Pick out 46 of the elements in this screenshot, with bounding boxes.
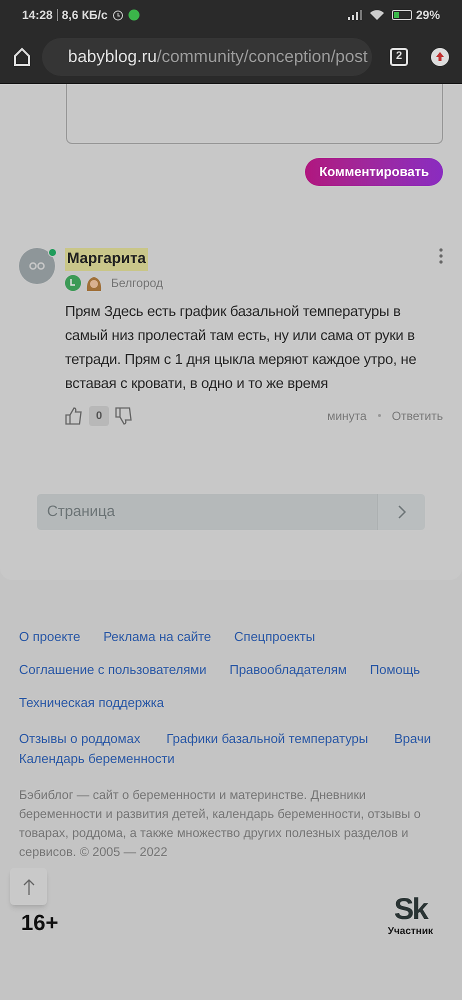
comment-time: минута — [327, 408, 367, 425]
footer-link[interactable]: Соглашение с пользователями — [19, 661, 206, 679]
clock: 14:28 — [22, 7, 53, 24]
address-bar[interactable]: babyblog.ru/community/conception/post — [42, 38, 372, 76]
url-text: babyblog.ru/community/conception/post — [68, 46, 368, 68]
home-icon[interactable] — [12, 46, 32, 66]
more-icon[interactable] — [439, 248, 443, 264]
network-speed: 8,6 КБ/с — [62, 7, 108, 24]
site-description: Бэбиблог — сайт о беременности и материнстве. Дневники беременности и развития детей, календарь беременности, отзывы о товарах, роддома, а также множество других полезных разделов и сервисов. © 2005 — 2022 — [19, 787, 422, 861]
sk-caption: Участник — [388, 925, 433, 939]
arrow-up-icon — [22, 878, 34, 896]
sk-logo: Sk — [394, 896, 427, 924]
footer-link[interactable]: О проекте — [19, 628, 80, 646]
footer-link[interactable]: Календарь беременности — [19, 750, 175, 768]
chevron-right-icon — [398, 505, 406, 519]
clock-badge-icon — [65, 274, 81, 290]
comment-text: Прям Здесь есть график базальной температуры в самый низ пролестай там есть, ну или сама от руки в тетради. Прям с 1 дня цыкла меряют каждое утро, не вставая с кровати, в одно и то же время — [65, 302, 418, 394]
author-name[interactable]: Маргарита — [65, 248, 148, 270]
page-field[interactable]: Страница — [37, 494, 377, 530]
logo-icon — [28, 261, 46, 271]
girl-icon — [85, 274, 103, 290]
thumbs-down-icon[interactable] — [115, 406, 134, 425]
scroll-top-button[interactable] — [10, 868, 47, 905]
footer-link[interactable]: Графики базальной температуры — [166, 730, 368, 748]
alarm-icon — [112, 9, 124, 21]
footer-link[interactable]: Техническая поддержка — [19, 694, 164, 712]
footer-link[interactable]: Спецпроекты — [234, 628, 316, 646]
thumbs-up-icon[interactable] — [65, 406, 83, 425]
reply-link[interactable]: Ответить — [392, 406, 443, 425]
tab-count[interactable]: 2 — [390, 48, 408, 66]
footer-link[interactable]: Отзывы о роддомах — [19, 730, 140, 748]
avatar[interactable] — [19, 248, 55, 284]
footer-link[interactable]: Правообладателям — [229, 661, 347, 679]
battery-icon — [392, 10, 412, 20]
battery-percent: 29% — [416, 7, 440, 24]
signal-icon — [348, 10, 362, 20]
age-rating: 16+ — [21, 909, 58, 937]
chat-icon — [128, 9, 140, 21]
wifi-icon — [370, 10, 384, 20]
like-count: 0 — [89, 406, 110, 426]
comment-button[interactable]: Комментировать — [305, 158, 443, 186]
footer-link[interactable]: Реклама на сайте — [103, 628, 212, 646]
footer-link[interactable]: Помощь — [370, 661, 420, 679]
upload-icon[interactable] — [430, 46, 450, 66]
city: Белгород — [111, 274, 164, 292]
footer-link[interactable]: Врачи — [394, 730, 432, 748]
